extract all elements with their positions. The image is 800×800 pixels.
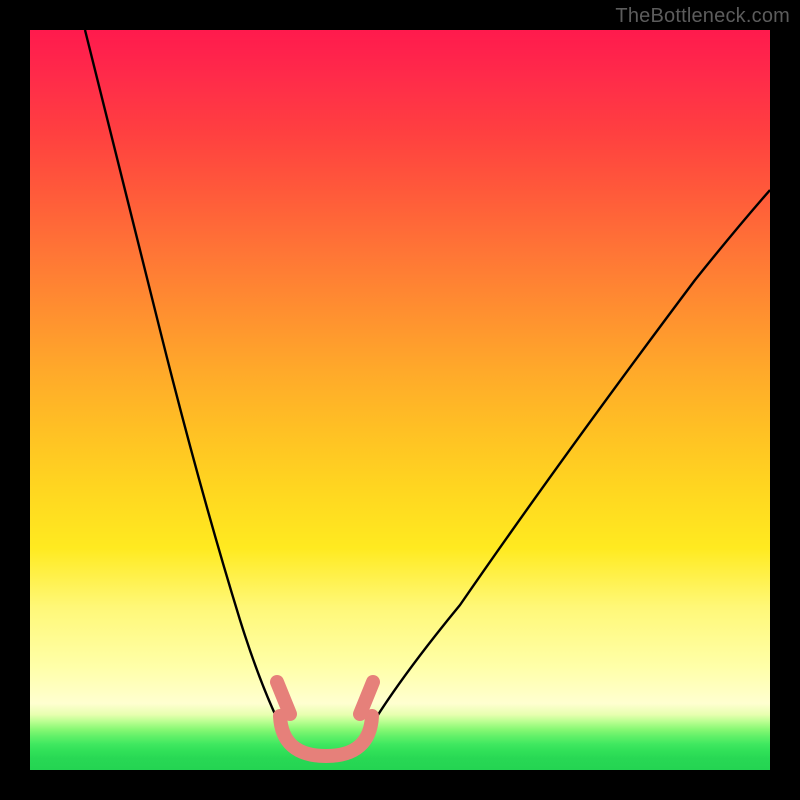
right-branch-curve	[358, 190, 770, 748]
bottom-marker	[280, 716, 372, 756]
plot-area	[30, 30, 770, 770]
left-branch-curve	[85, 30, 292, 748]
chart-frame: TheBottleneck.com	[0, 0, 800, 800]
watermark-text: TheBottleneck.com	[615, 5, 790, 28]
curve-layer	[30, 30, 770, 770]
